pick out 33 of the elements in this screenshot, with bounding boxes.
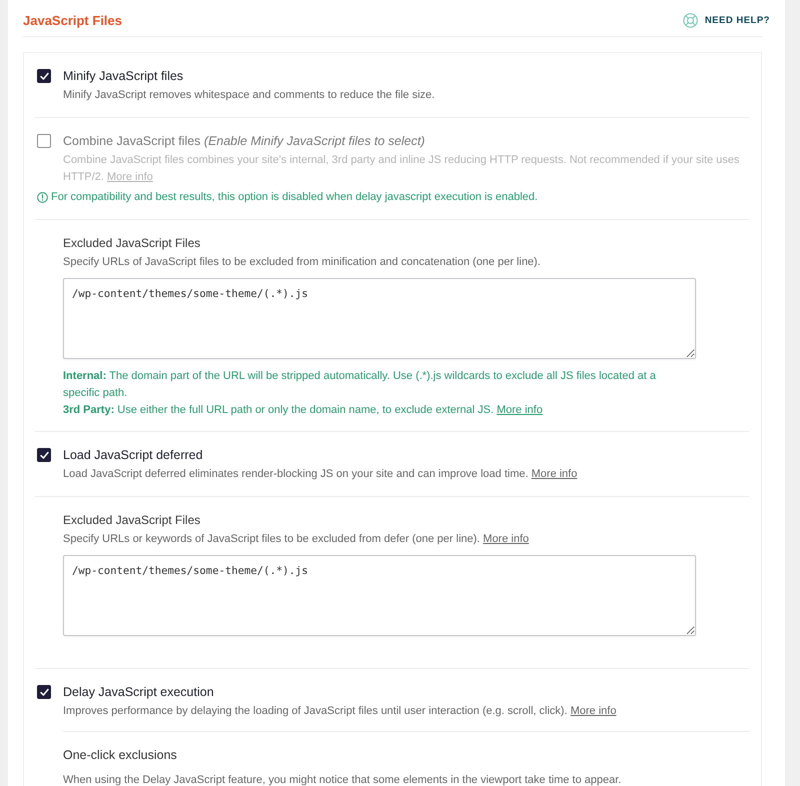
option-description: Load JavaScript deferred eliminates render-blocking JS on your site and can improve load time. More info (63, 467, 578, 482)
field-note: 3rd Party: Use either the full URL path or only the domain name, to exclude external JS. More info (63, 403, 544, 418)
option-label: Load JavaScript deferred (63, 448, 203, 462)
more-info-link[interactable]: More info (531, 468, 578, 480)
checkbox[interactable] (37, 69, 51, 83)
option-label: Combine JavaScript files (Enable Minify JavaScript files to select) (63, 134, 425, 148)
checkmark-icon (40, 450, 48, 460)
subsection-title: One-click exclusions (63, 747, 178, 764)
section-title: JavaScript Files (23, 12, 122, 28)
more-info-link[interactable]: More info (570, 705, 616, 717)
compatibility-notice: For compatibility and best results, this option is disabled when delay javascript execution is enabled. (51, 190, 538, 205)
excluded-files-field[interactable]: /wp-content/themes/some-theme/(.*).js (63, 278, 696, 359)
option-description: Combine JavaScript files combines your site’s internal, 3rd party and inline JS reducing HTTP requests. Not recommended if your site uses HTTP/2. More info (63, 153, 740, 185)
more-info-link[interactable]: More info (483, 533, 529, 545)
lifebuoy-icon (682, 12, 698, 28)
field-label: Excluded JavaScript Files (63, 235, 202, 252)
excluded-files-field[interactable]: /wp-content/themes/some-theme/(.*).js (63, 555, 696, 636)
option-description: Minify JavaScript removes whitespace and comments to reduce the file size. (63, 88, 436, 103)
subsection-text: When using the Delay JavaScript feature, you might notice that some elements in the viewport take time to appear. (63, 773, 622, 786)
checkmark-icon (40, 72, 48, 80)
help-link[interactable]: NEED HELP? (682, 12, 770, 28)
field-description: Specify URLs of JavaScript files to be excluded from minification and concatenation (one per line). (63, 255, 542, 270)
field-label: Excluded JavaScript Files (63, 512, 202, 529)
option-description: Improves performance by delaying the loading of JavaScript files until user interaction (e.g. scroll, click). More info (63, 704, 618, 719)
more-info-link[interactable]: More info (496, 404, 543, 416)
checkbox[interactable] (37, 448, 51, 462)
checkbox[interactable] (37, 685, 51, 699)
option-label: Minify JavaScript files (63, 69, 184, 83)
exclamation-icon (37, 192, 48, 203)
option-label: Delay JavaScript execution (63, 685, 214, 699)
checkmark-icon (40, 688, 48, 696)
field-description: Specify URLs or keywords of JavaScript files to be excluded from defer (one per line). More info (63, 532, 530, 547)
field-note: Internal: The domain part of the URL will be stripped automatically. Use (.*).js wildcards to exclude all JS files located at a specific path. (63, 369, 657, 401)
